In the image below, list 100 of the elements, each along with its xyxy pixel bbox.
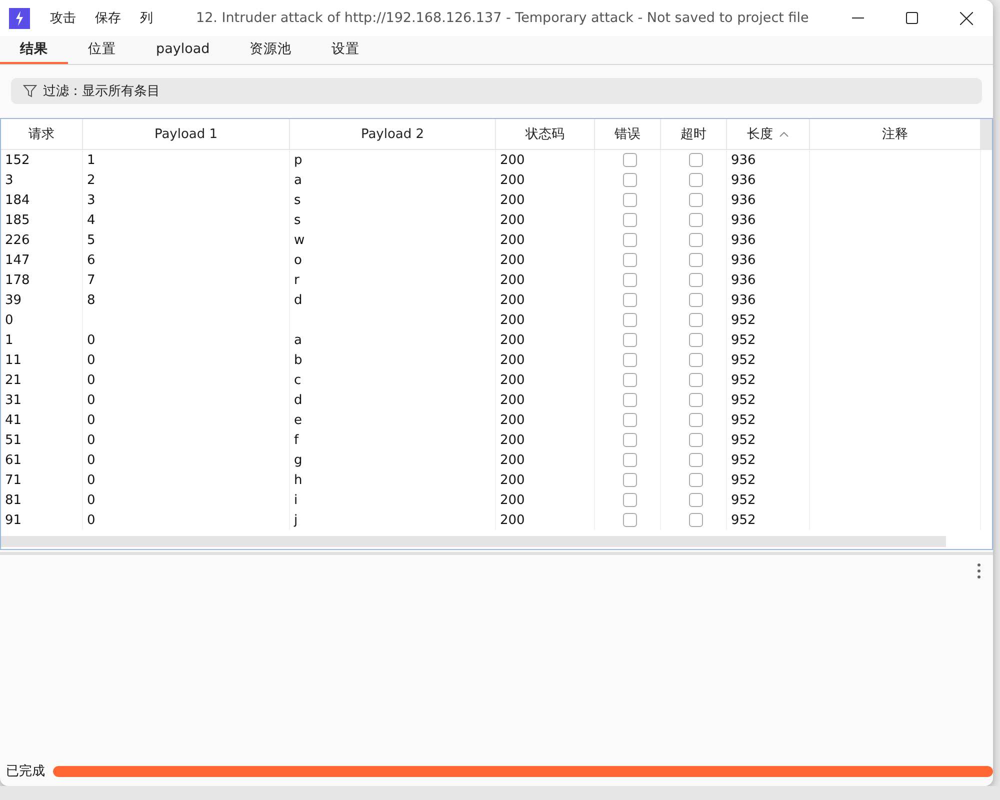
column-header[interactable]: 状态码 xyxy=(496,119,595,149)
checkbox[interactable] xyxy=(688,453,702,467)
table-cell: 0 xyxy=(83,350,290,370)
table-cell: s xyxy=(290,190,496,210)
column-header[interactable]: Payload 1 xyxy=(83,119,290,149)
checkbox[interactable] xyxy=(622,373,636,387)
table-cell: e xyxy=(290,410,496,430)
table-cell: s xyxy=(290,210,496,230)
table-cell: p xyxy=(290,150,496,170)
checkbox[interactable] xyxy=(688,193,702,207)
checkbox[interactable] xyxy=(688,333,702,347)
table-cell: j xyxy=(290,510,496,530)
column-header[interactable]: 超时 xyxy=(661,119,727,149)
checkbox[interactable] xyxy=(688,273,702,287)
lightning-logo-icon xyxy=(9,8,30,28)
checkbox[interactable] xyxy=(688,173,702,187)
more-options-icon[interactable] xyxy=(977,563,981,579)
table-cell: f xyxy=(290,430,496,450)
status-text: 已完成 xyxy=(6,763,45,780)
table-cell: 200 xyxy=(496,390,595,410)
checkbox[interactable] xyxy=(688,253,702,267)
checkbox[interactable] xyxy=(622,273,636,287)
table-cell: 200 xyxy=(496,270,595,290)
checkbox[interactable] xyxy=(688,433,702,447)
table-cell: 0 xyxy=(83,450,290,470)
checkbox[interactable] xyxy=(622,333,636,347)
table-cell: 936 xyxy=(727,210,810,230)
checkbox[interactable] xyxy=(622,473,636,487)
column-header[interactable]: 错误 xyxy=(595,119,661,149)
checkbox[interactable] xyxy=(622,493,636,507)
checkbox[interactable] xyxy=(622,413,636,427)
tab[interactable]: 位置 xyxy=(68,36,136,64)
checkbox[interactable] xyxy=(688,313,702,327)
tab[interactable]: 结果 xyxy=(0,36,68,64)
table-cell: 0 xyxy=(1,310,83,330)
checkbox[interactable] xyxy=(622,293,636,307)
checkbox[interactable] xyxy=(688,353,702,367)
table-cell: 226 xyxy=(1,230,83,250)
table-cell: 952 xyxy=(727,510,810,530)
table-cell: 7 xyxy=(83,270,290,290)
checkbox[interactable] xyxy=(688,233,702,247)
table-cell: a xyxy=(290,170,496,190)
table-cell: 185 xyxy=(1,210,83,230)
filter-bar[interactable]: 过滤：显示所有条目 xyxy=(11,78,982,104)
table-cell: 152 xyxy=(1,150,83,170)
checkbox[interactable] xyxy=(622,353,636,367)
checkbox[interactable] xyxy=(622,513,636,527)
table-cell: 952 xyxy=(727,450,810,470)
checkbox[interactable] xyxy=(622,213,636,227)
checkbox[interactable] xyxy=(622,433,636,447)
table-cell: 952 xyxy=(727,390,810,410)
checkbox[interactable] xyxy=(622,233,636,247)
table-cell: 952 xyxy=(727,370,810,390)
table-cell: 39 xyxy=(1,290,83,310)
checkbox[interactable] xyxy=(688,513,702,527)
checkbox[interactable] xyxy=(688,153,702,167)
table-cell: 91 xyxy=(1,510,83,530)
checkbox[interactable] xyxy=(622,193,636,207)
checkbox[interactable] xyxy=(622,153,636,167)
table-cell: 952 xyxy=(727,430,810,450)
table-cell: 51 xyxy=(1,430,83,450)
checkbox[interactable] xyxy=(688,493,702,507)
checkbox[interactable] xyxy=(688,473,702,487)
column-header[interactable]: Payload 2 xyxy=(290,119,496,149)
table-cell: 0 xyxy=(83,470,290,490)
checkbox[interactable] xyxy=(622,453,636,467)
table-cell: 0 xyxy=(83,490,290,510)
tab[interactable]: 资源池 xyxy=(230,36,312,64)
column-header[interactable]: 请求 xyxy=(1,119,83,149)
table-cell: r xyxy=(290,270,496,290)
horizontal-scrollbar[interactable] xyxy=(1,536,946,547)
checkbox[interactable] xyxy=(688,393,702,407)
column-header[interactable]: 长度 xyxy=(727,119,810,149)
table-cell: 1 xyxy=(1,330,83,350)
menu-item[interactable]: 列 xyxy=(140,7,153,29)
table-cell: 200 xyxy=(496,330,595,350)
checkbox[interactable] xyxy=(688,413,702,427)
menu-item[interactable]: 攻击 xyxy=(50,7,76,29)
table-cell: 0 xyxy=(83,370,290,390)
table-cell: 200 xyxy=(496,470,595,490)
tab[interactable]: payload xyxy=(136,36,230,64)
checkbox[interactable] xyxy=(622,393,636,407)
table-cell: 936 xyxy=(727,250,810,270)
checkbox[interactable] xyxy=(622,253,636,267)
table-cell: 200 xyxy=(496,310,595,330)
checkbox[interactable] xyxy=(688,293,702,307)
tab[interactable]: 设置 xyxy=(312,36,380,64)
table-cell: 71 xyxy=(1,470,83,490)
checkbox[interactable] xyxy=(622,173,636,187)
checkbox[interactable] xyxy=(688,213,702,227)
menu-item[interactable]: 保存 xyxy=(95,7,121,29)
table-cell: 200 xyxy=(496,230,595,250)
table-cell: 200 xyxy=(496,370,595,390)
checkbox[interactable] xyxy=(688,373,702,387)
scrollbar[interactable] xyxy=(980,119,992,149)
table-cell: 147 xyxy=(1,250,83,270)
table-cell: 952 xyxy=(727,490,810,510)
table-cell: 2 xyxy=(83,170,290,190)
checkbox[interactable] xyxy=(622,313,636,327)
table-cell: 200 xyxy=(496,210,595,230)
